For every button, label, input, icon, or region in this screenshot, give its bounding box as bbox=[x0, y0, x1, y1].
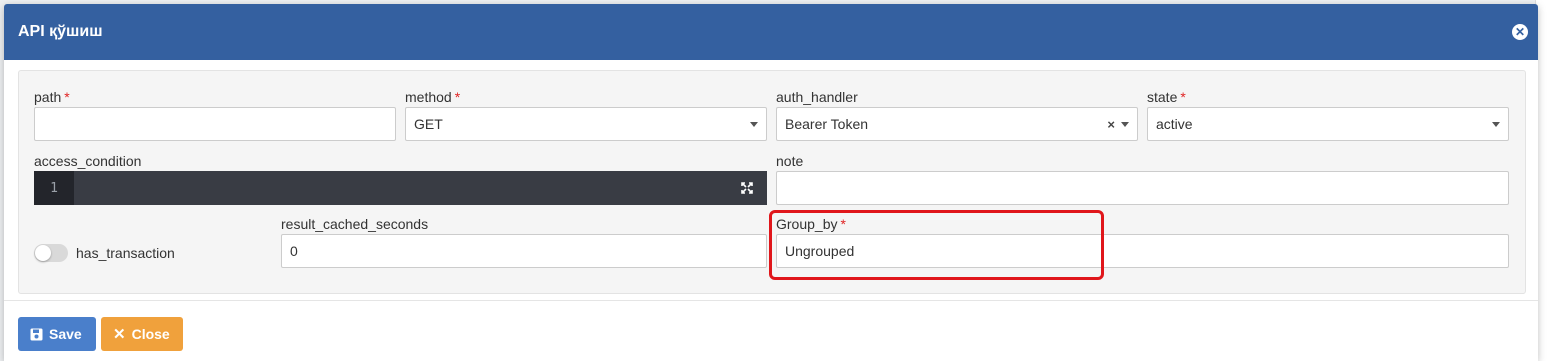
highlight-annotation bbox=[769, 210, 1104, 280]
save-icon bbox=[30, 328, 43, 340]
chevron-down-icon bbox=[1492, 121, 1500, 127]
state-label: state bbox=[1147, 89, 1178, 105]
close-button[interactable]: ✕ Close bbox=[101, 317, 183, 351]
save-label: Save bbox=[49, 326, 82, 342]
result-cached-seconds-input[interactable]: 0 bbox=[281, 234, 767, 268]
note-field: note bbox=[776, 153, 1509, 205]
chevron-down-icon bbox=[750, 121, 758, 127]
state-value: active bbox=[1156, 116, 1193, 132]
editor-line[interactable] bbox=[74, 171, 727, 205]
expand-icon[interactable] bbox=[727, 171, 767, 205]
method-field: method * GET bbox=[405, 89, 767, 141]
auth-handler-select[interactable]: Bearer Token × bbox=[776, 107, 1138, 141]
add-api-modal: API қўшиш ✕ path * method * GET auth_han… bbox=[4, 4, 1538, 361]
access-condition-field: access_condition 1 bbox=[34, 153, 767, 205]
path-label: path bbox=[34, 89, 62, 105]
has-transaction-field: has_transaction bbox=[34, 244, 175, 262]
required-marker: * bbox=[454, 89, 461, 105]
modal-title: API қўшиш bbox=[18, 23, 103, 40]
path-field: path * bbox=[34, 89, 396, 141]
toggle-knob bbox=[35, 245, 51, 261]
access-condition-label: access_condition bbox=[34, 153, 142, 169]
close-icon[interactable]: ✕ bbox=[1512, 24, 1528, 40]
required-marker: * bbox=[1180, 89, 1186, 105]
auth-handler-value: Bearer Token bbox=[785, 116, 869, 132]
access-condition-editor[interactable]: 1 bbox=[34, 171, 767, 205]
close-label: Close bbox=[131, 326, 170, 342]
modal-body: path * method * GET auth_handler Bearer To… bbox=[4, 60, 1538, 294]
state-select[interactable]: active bbox=[1147, 107, 1509, 141]
has-transaction-label: has_transaction bbox=[76, 245, 175, 261]
result-cached-seconds-label: result_cached_seconds bbox=[281, 216, 429, 232]
clear-icon[interactable]: × bbox=[1107, 117, 1115, 132]
method-select[interactable]: GET bbox=[405, 107, 767, 141]
line-number: 1 bbox=[34, 171, 74, 205]
auth-handler-field: auth_handler Bearer Token × bbox=[776, 89, 1138, 141]
method-value: GET bbox=[414, 116, 443, 132]
footer-divider bbox=[4, 300, 1538, 301]
times-icon: ✕ bbox=[113, 326, 126, 343]
modal-header: API қўшиш ✕ bbox=[4, 4, 1538, 60]
result-cached-seconds-field: result_cached_seconds 0 bbox=[281, 216, 767, 268]
chevron-down-icon bbox=[1121, 121, 1129, 127]
required-marker: * bbox=[64, 89, 70, 105]
path-input[interactable] bbox=[34, 107, 396, 141]
has-transaction-toggle[interactable] bbox=[34, 244, 68, 262]
state-field: state * active bbox=[1147, 89, 1509, 141]
method-label: method bbox=[405, 89, 452, 105]
auth-handler-label: auth_handler bbox=[776, 89, 858, 105]
form-panel: path * method * GET auth_handler Bearer To… bbox=[18, 70, 1526, 294]
note-label: note bbox=[776, 153, 804, 169]
note-input[interactable] bbox=[776, 171, 1509, 205]
save-button[interactable]: Save bbox=[18, 317, 96, 351]
